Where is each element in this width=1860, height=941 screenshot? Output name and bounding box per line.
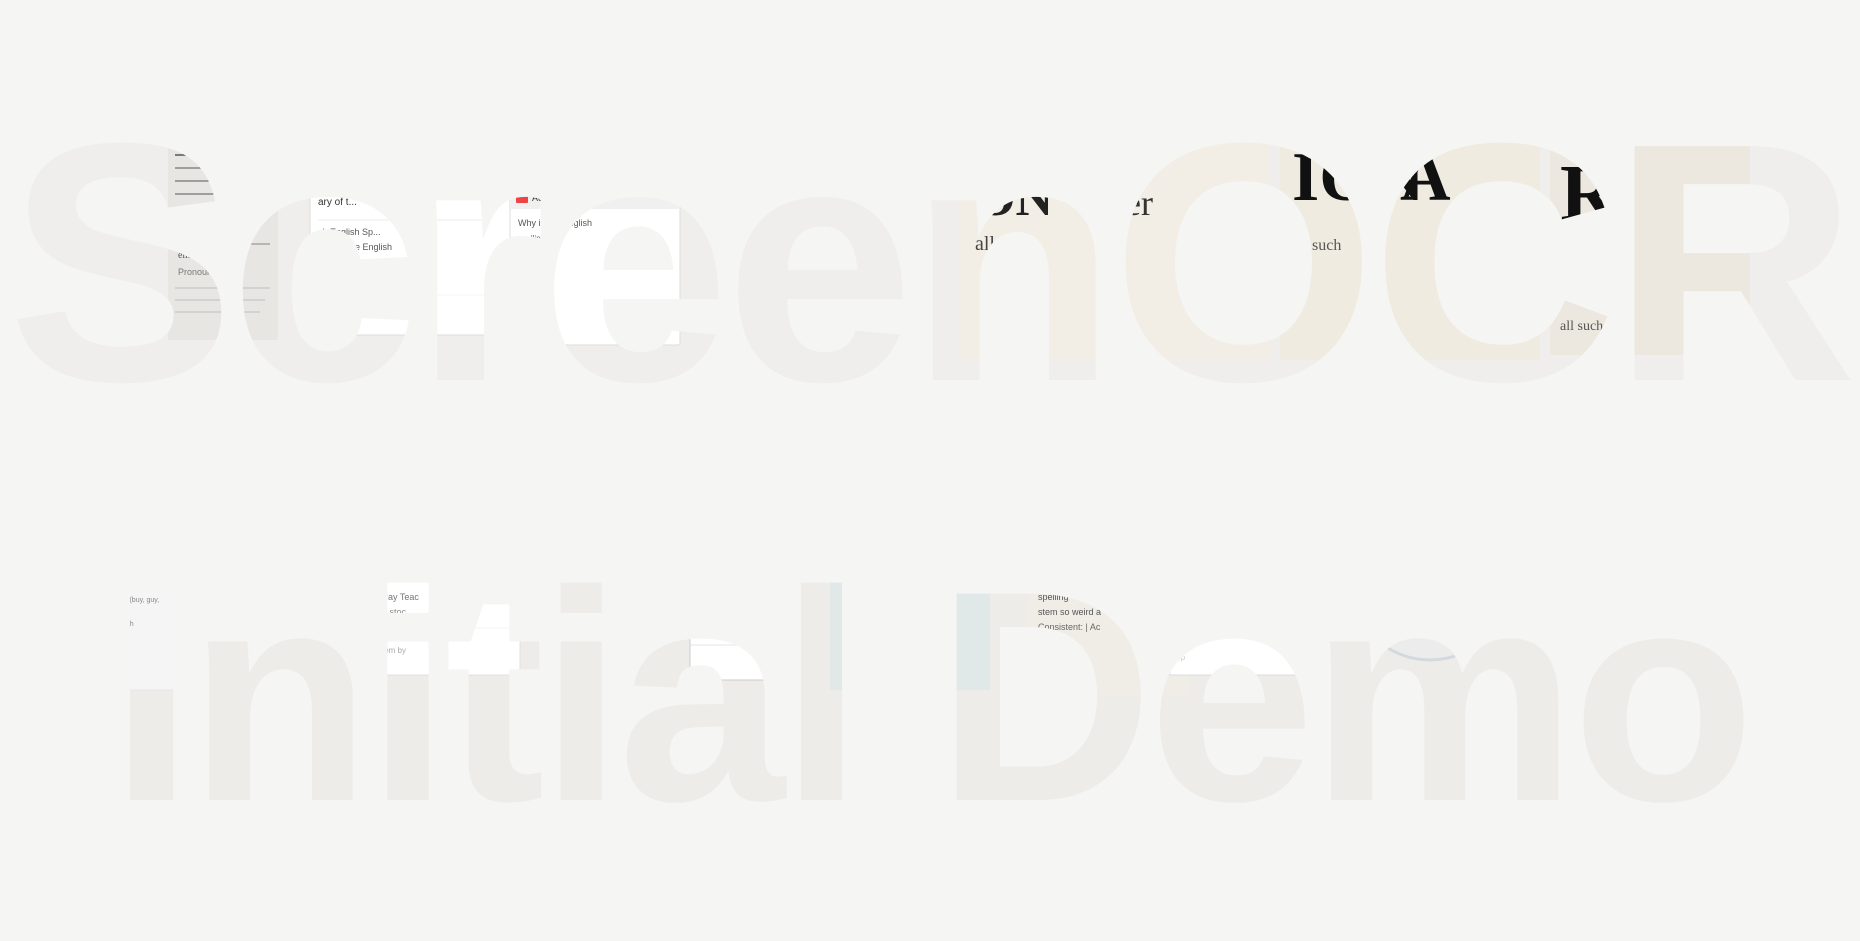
detected-text-the: The	[375, 613, 428, 650]
title-svg: language English Tongue em so we... Pron…	[0, 0, 1860, 941]
main-container: language English Tongue em so we... Pron…	[0, 0, 1860, 941]
detected-text-british: British	[178, 612, 257, 644]
